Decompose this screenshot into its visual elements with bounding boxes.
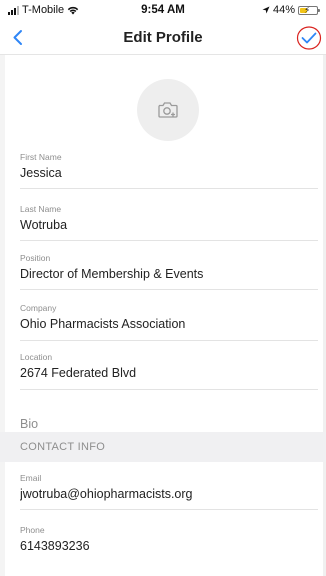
- company-field[interactable]: Company Ohio Pharmacists Association: [20, 303, 318, 341]
- navigation-bar: Edit Profile: [0, 22, 326, 55]
- company-input[interactable]: Ohio Pharmacists Association: [20, 316, 318, 333]
- first-name-input[interactable]: Jessica: [20, 165, 318, 182]
- battery-group: 44% ⚡: [262, 4, 320, 16]
- email-label: Email: [20, 473, 42, 483]
- first-name-label: First Name: [20, 152, 62, 162]
- location-field[interactable]: Location 2674 Federated Blvd: [20, 352, 318, 390]
- last-name-input[interactable]: Wotruba: [20, 217, 318, 234]
- last-name-label: Last Name: [20, 204, 62, 214]
- camera-add-icon: [158, 102, 178, 118]
- left-edge: [0, 54, 5, 576]
- profile-photo-button[interactable]: [137, 79, 199, 141]
- phone-input[interactable]: 6143893236: [20, 538, 318, 555]
- first-name-field[interactable]: First Name Jessica: [20, 152, 318, 189]
- charging-bolt-icon: ⚡: [304, 4, 311, 15]
- status-bar: T-Mobile 9:54 AM 44% ⚡: [0, 0, 326, 22]
- contact-info-title: CONTACT INFO: [20, 441, 106, 453]
- company-label: Company: [20, 303, 57, 313]
- position-label: Position: [20, 253, 51, 263]
- battery-percent: 44%: [272, 4, 295, 16]
- phone-field[interactable]: Phone 6143893236: [20, 525, 318, 565]
- checkmark-icon: [296, 26, 322, 50]
- email-field[interactable]: Email jwotruba@ohiopharmacists.org: [20, 473, 318, 510]
- save-button[interactable]: [296, 25, 322, 51]
- email-input[interactable]: jwotruba@ohiopharmacists.org: [20, 486, 318, 503]
- position-field[interactable]: Position Director of Membership & Events: [20, 253, 318, 290]
- page-title: Edit Profile: [123, 29, 203, 46]
- location-arrow-icon: [262, 6, 270, 14]
- location-label: Location: [20, 352, 53, 362]
- bio-input[interactable]: Bio: [20, 416, 318, 433]
- last-name-field[interactable]: Last Name Wotruba: [20, 204, 318, 241]
- contact-info-header: CONTACT INFO: [0, 432, 326, 462]
- phone-label: Phone: [20, 525, 45, 535]
- location-input[interactable]: 2674 Federated Blvd: [20, 365, 318, 382]
- battery-icon: ⚡: [298, 4, 320, 15]
- position-input[interactable]: Director of Membership & Events: [20, 266, 318, 283]
